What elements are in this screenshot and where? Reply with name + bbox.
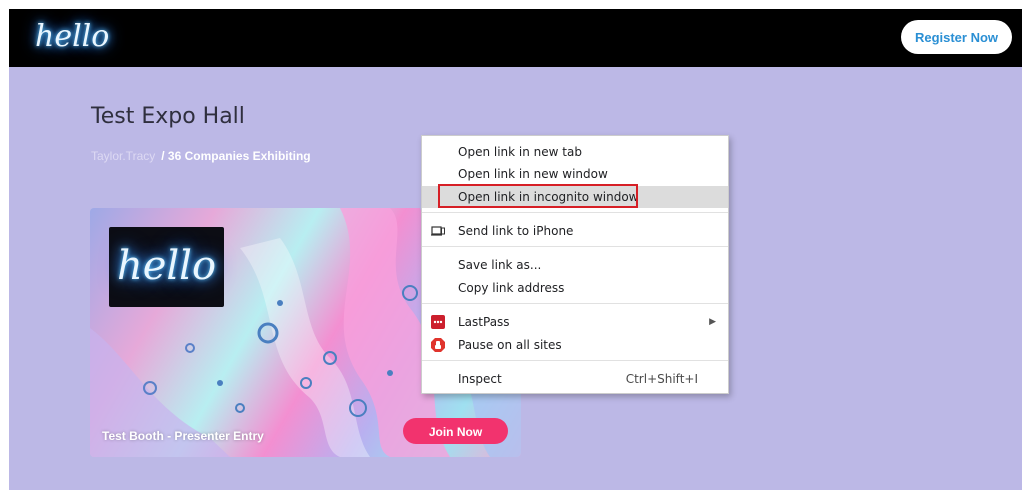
organizer-link[interactable]: Taylor.Tracy [91, 149, 155, 163]
companies-count: / 36 Companies Exhibiting [161, 149, 311, 163]
menu-item-label: Open link in new tab [458, 145, 582, 159]
menu-item-pause-all-sites[interactable]: Pause on all sites [422, 334, 728, 356]
menu-separator [422, 303, 728, 304]
menu-item-open-new-window[interactable]: Open link in new window [422, 163, 728, 185]
menu-item-copy-link[interactable]: Copy link address [422, 277, 728, 299]
register-now-button[interactable]: Register Now [901, 20, 1012, 54]
menu-separator [422, 212, 728, 213]
join-now-button[interactable]: Join Now [403, 418, 508, 444]
menu-item-label: Pause on all sites [458, 338, 562, 352]
menu-item-label: Copy link address [458, 281, 565, 295]
menu-item-lastpass[interactable]: LastPass ▶ [422, 311, 728, 333]
context-menu: Open link in new tab Open link in new wi… [421, 135, 729, 394]
menu-item-label: Save link as... [458, 258, 542, 272]
booth-name: Test Booth - Presenter Entry [102, 429, 264, 443]
device-icon [431, 226, 445, 236]
highlight-annotation-box [438, 184, 638, 208]
top-bar: hello Register Now [9, 9, 1022, 67]
submenu-arrow-icon: ▶ [709, 317, 716, 327]
menu-item-label: Inspect [458, 372, 502, 386]
menu-item-shortcut: Ctrl+Shift+I [625, 372, 698, 386]
menu-item-label: LastPass [458, 315, 510, 329]
menu-separator [422, 360, 728, 361]
menu-item-label: Open link in new window [458, 167, 608, 181]
booth-logo: hello [109, 227, 224, 307]
page-subtitle: Taylor.Tracy / 36 Companies Exhibiting [91, 149, 311, 163]
menu-item-save-link[interactable]: Save link as... [422, 254, 728, 276]
menu-item-inspect[interactable]: Inspect Ctrl+Shift+I [422, 368, 728, 390]
lastpass-icon [431, 315, 445, 329]
menu-separator [422, 246, 728, 247]
menu-item-send-to-iphone[interactable]: Send link to iPhone [422, 220, 728, 242]
menu-item-label: Send link to iPhone [458, 224, 574, 238]
adblock-icon [431, 338, 445, 352]
page-title: Test Expo Hall [91, 104, 245, 129]
site-logo[interactable]: hello [35, 17, 109, 57]
menu-item-open-new-tab[interactable]: Open link in new tab [422, 141, 728, 163]
